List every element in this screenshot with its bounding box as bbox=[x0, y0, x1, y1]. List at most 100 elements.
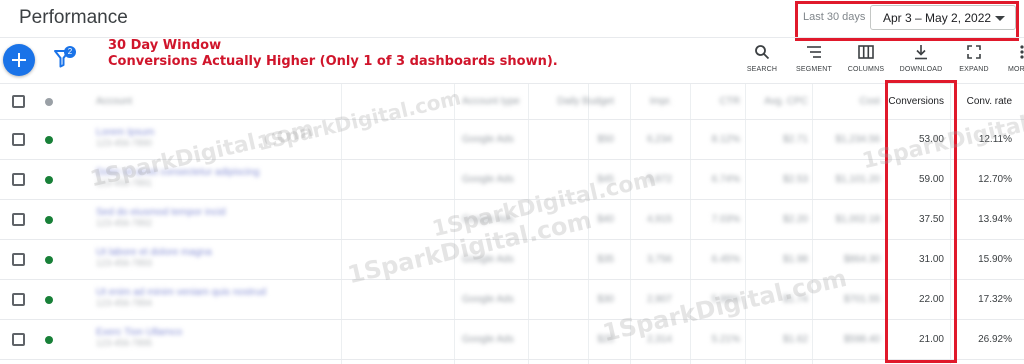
account-cell[interactable]: Ut labore et dolore magna 123-456-7893 bbox=[96, 247, 212, 268]
segment-icon bbox=[807, 46, 821, 58]
conversions-highlight-box bbox=[885, 80, 957, 363]
cost-cell: $1,234.56 bbox=[835, 134, 881, 145]
impr-cell: 2,907 bbox=[646, 294, 672, 305]
header-impr[interactable]: Impr. bbox=[622, 84, 672, 119]
budget-cell: $40 bbox=[597, 214, 614, 225]
header-account[interactable]: Account bbox=[96, 84, 296, 119]
row-checkbox[interactable] bbox=[12, 333, 25, 346]
row-checkbox[interactable] bbox=[12, 213, 25, 226]
status-dot bbox=[45, 296, 53, 304]
avg-cpc-cell: $1.62 bbox=[782, 334, 808, 345]
budget-cell: $45 bbox=[597, 174, 614, 185]
ctr-cell: 8.12% bbox=[711, 134, 740, 145]
header-cost[interactable]: Cost bbox=[820, 84, 880, 119]
cost-cell: $598.40 bbox=[843, 334, 880, 345]
date-range-highlight-box bbox=[795, 1, 1019, 41]
table-row: Ut enim ad minim veniam quis nostrud 123… bbox=[0, 280, 1024, 320]
account-cell[interactable]: Dolor sit amet consectetur adipiscing 12… bbox=[96, 167, 259, 188]
avg-cpc-cell: $2.53 bbox=[782, 174, 808, 185]
avg-cpc-cell: $1.98 bbox=[782, 254, 808, 265]
ctr-cell: 7.03% bbox=[711, 214, 740, 225]
columns-label: COLUMNS bbox=[847, 66, 885, 73]
annotation-line-2: Conversions Actually Higher (Only 1 of 3… bbox=[108, 54, 558, 69]
annotation-line-1: 30 Day Window bbox=[108, 38, 222, 53]
avg-cpc-cell: $1.74 bbox=[782, 294, 808, 305]
expand-icon bbox=[967, 45, 981, 59]
filter-button[interactable]: 2 bbox=[53, 46, 79, 70]
search-button[interactable]: SEARCH bbox=[738, 44, 786, 80]
status-dot bbox=[45, 336, 53, 344]
table-header-row: Account Account type Daily Budget Impr. … bbox=[0, 84, 1024, 120]
avg-cpc-cell: $2.71 bbox=[782, 134, 808, 145]
header-ctr[interactable]: CTR bbox=[690, 84, 740, 119]
account-type-cell: Google Ads bbox=[462, 174, 514, 185]
account-cell[interactable]: Sed do eiusmod tempor incid 123-456-7892 bbox=[96, 207, 226, 228]
impr-cell: 2,314 bbox=[646, 334, 672, 345]
ctr-cell: 5.88% bbox=[711, 294, 740, 305]
header-account-type[interactable]: Account type bbox=[462, 84, 532, 119]
row-checkbox[interactable] bbox=[12, 253, 25, 266]
columns-button[interactable]: COLUMNS bbox=[842, 44, 890, 80]
download-icon bbox=[915, 45, 927, 60]
filter-count-badge: 2 bbox=[64, 46, 76, 58]
download-label: DOWNLOAD bbox=[899, 66, 943, 73]
conv-rate-cell: 15.90% bbox=[978, 254, 1012, 265]
more-button[interactable]: MORE bbox=[1000, 44, 1024, 80]
impr-cell: 4,915 bbox=[646, 214, 672, 225]
conv-rate-cell: 12.70% bbox=[978, 174, 1012, 185]
select-all-checkbox[interactable] bbox=[12, 95, 25, 108]
impr-cell: 6,234 bbox=[646, 134, 672, 145]
ctr-cell: 5.21% bbox=[711, 334, 740, 345]
account-cell[interactable]: Ut enim ad minim veniam quis nostrud 123… bbox=[96, 287, 266, 308]
row-checkbox[interactable] bbox=[12, 293, 25, 306]
impr-cell: 5,872 bbox=[646, 174, 672, 185]
search-label: SEARCH bbox=[746, 66, 778, 73]
header-avg-cpc[interactable]: Avg. CPC bbox=[750, 84, 808, 119]
account-cell[interactable]: Lorem Ipsum 123-456-7890 bbox=[96, 127, 154, 148]
conv-rate-cell: 13.94% bbox=[978, 214, 1012, 225]
table-row: Sed do eiusmod tempor incid 123-456-7892… bbox=[0, 200, 1024, 240]
columns-icon bbox=[858, 45, 874, 59]
status-dot bbox=[45, 136, 53, 144]
budget-cell: $25 bbox=[597, 334, 614, 345]
status-dot bbox=[45, 256, 53, 264]
account-type-cell: Google Ads bbox=[462, 254, 514, 265]
conv-rate-cell: 26.92% bbox=[978, 334, 1012, 345]
status-header-dot bbox=[45, 98, 53, 106]
avg-cpc-cell: $2.20 bbox=[782, 214, 808, 225]
performance-screen: Performance Last 30 days Apr 3 – May 2, … bbox=[0, 0, 1024, 364]
impr-cell: 3,756 bbox=[646, 254, 672, 265]
ctr-cell: 6.45% bbox=[711, 254, 740, 265]
account-type-cell: Google Ads bbox=[462, 134, 514, 145]
table-row: Lorem Ipsum 123-456-7890 Google Ads $50 … bbox=[0, 120, 1024, 160]
cost-cell: $864.30 bbox=[843, 254, 880, 265]
account-type-cell: Google Ads bbox=[462, 214, 514, 225]
conv-rate-cell: 17.32% bbox=[978, 294, 1012, 305]
budget-cell: $50 bbox=[597, 134, 614, 145]
search-icon bbox=[755, 45, 770, 60]
add-button[interactable] bbox=[3, 44, 35, 76]
ctr-cell: 6.74% bbox=[711, 174, 740, 185]
table-row: Ut labore et dolore magna 123-456-7893 G… bbox=[0, 240, 1024, 280]
budget-cell: $30 bbox=[597, 294, 614, 305]
download-button[interactable]: DOWNLOAD bbox=[897, 44, 945, 80]
cost-cell: $1,002.18 bbox=[835, 214, 881, 225]
budget-cell: $35 bbox=[597, 254, 614, 265]
row-checkbox[interactable] bbox=[12, 173, 25, 186]
expand-button[interactable]: EXPAND bbox=[950, 44, 998, 80]
page-title: Performance bbox=[19, 7, 128, 28]
status-dot bbox=[45, 216, 53, 224]
status-dot bbox=[45, 176, 53, 184]
segment-button[interactable]: SEGMENT bbox=[790, 44, 838, 80]
more-icon bbox=[1020, 45, 1024, 59]
performance-table: Account Account type Daily Budget Impr. … bbox=[0, 84, 1024, 364]
account-cell[interactable]: Exerc Tion Ullamco 123-456-7895 bbox=[96, 327, 182, 348]
header-conv-rate[interactable]: Conv. rate bbox=[955, 84, 1012, 119]
table-row: Exerc Tion Ullamco 123-456-7895 Google A… bbox=[0, 320, 1024, 360]
row-checkbox[interactable] bbox=[12, 133, 25, 146]
conv-rate-cell: 12.11% bbox=[978, 134, 1012, 145]
cost-cell: $701.55 bbox=[843, 294, 880, 305]
header-budget[interactable]: Daily Budget bbox=[534, 84, 614, 119]
cost-cell: $1,101.20 bbox=[835, 174, 881, 185]
account-type-cell: Google Ads bbox=[462, 334, 514, 345]
